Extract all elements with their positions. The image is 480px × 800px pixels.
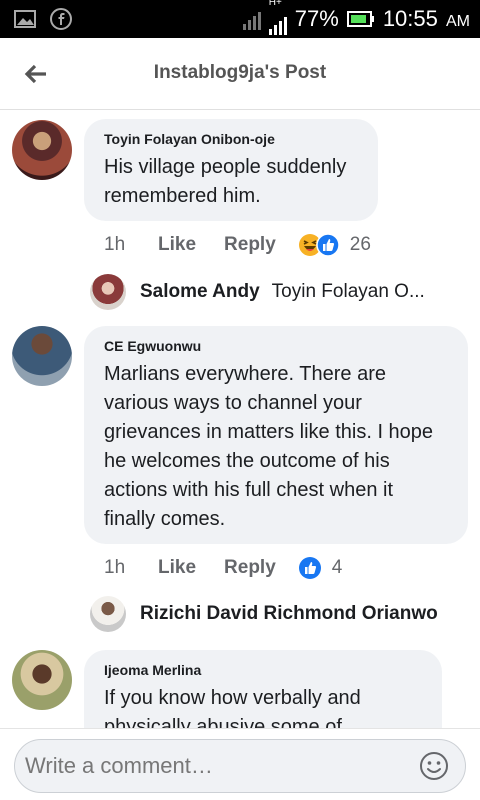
comment-input[interactable] xyxy=(25,748,405,784)
facebook-icon xyxy=(50,8,72,30)
reactions[interactable] xyxy=(298,233,340,257)
signal-sim1-icon xyxy=(242,8,261,30)
like-button[interactable]: Like xyxy=(158,557,196,579)
signal-sim2-icon: H+ xyxy=(268,0,287,35)
clock: 10:55 AM xyxy=(382,6,470,31)
comment-time[interactable]: 1h xyxy=(104,557,158,579)
comment-box[interactable] xyxy=(14,739,466,793)
avatar xyxy=(90,274,126,310)
comment-author[interactable]: Ijeoma Merlina xyxy=(104,662,422,678)
reaction-count[interactable]: 26 xyxy=(350,234,371,256)
comment-composer xyxy=(0,728,480,800)
like-reaction-icon xyxy=(316,233,340,257)
status-right: H+ 77% 10:55 AM xyxy=(242,0,470,38)
like-button[interactable]: Like xyxy=(158,234,196,256)
gallery-icon xyxy=(14,10,36,28)
reply-button[interactable]: Reply xyxy=(224,557,276,579)
comment-bubble[interactable]: Toyin Folayan Onibon-oje His village peo… xyxy=(84,119,378,221)
comment-text: Marlians everywhere. There are various w… xyxy=(104,363,434,530)
avatar[interactable] xyxy=(12,120,72,180)
comment-author[interactable]: CE Egwuonwu xyxy=(104,338,448,354)
screen: { "status_bar": { "network": "H+", "batt… xyxy=(0,0,480,800)
reaction-count[interactable]: 4 xyxy=(332,557,343,579)
comment-text: His village people suddenly remembered h… xyxy=(104,156,347,207)
reply-button[interactable]: Reply xyxy=(224,234,276,256)
avatar xyxy=(90,596,126,632)
comment-actions: 1h Like Reply 4 xyxy=(104,556,342,580)
reply-preview[interactable]: Salome Andy Toyin Folayan O... xyxy=(90,274,425,310)
comment-bubble[interactable]: CE Egwuonwu Marlians everywhere. There a… xyxy=(84,326,468,544)
network-type: H+ xyxy=(268,0,282,8)
reply-author: Rizichi David Richmond Orianwo xyxy=(140,603,438,624)
battery-percent: 77% xyxy=(294,6,339,31)
reply-text: Toyin Folayan O... xyxy=(271,281,425,302)
reply-author: Salome Andy xyxy=(140,281,260,302)
comment-author[interactable]: Toyin Folayan Onibon-oje xyxy=(104,131,358,147)
like-reaction-icon xyxy=(298,557,321,579)
reply-preview[interactable]: Rizichi David Richmond Orianwo xyxy=(90,596,438,632)
battery-icon xyxy=(346,11,374,27)
post-header: Instablog9ja's Post xyxy=(0,38,480,110)
emoji-icon[interactable] xyxy=(419,751,449,781)
comment-actions: 1h Like Reply 26 xyxy=(104,233,371,257)
status-bar: H+ 77% 10:55 AM xyxy=(0,0,480,38)
notification-icons xyxy=(14,8,72,30)
page-title: Instablog9ja's Post xyxy=(153,62,327,83)
comment-time[interactable]: 1h xyxy=(104,234,158,256)
avatar[interactable] xyxy=(12,326,72,386)
reactions[interactable] xyxy=(298,556,322,580)
avatar[interactable] xyxy=(12,650,72,710)
